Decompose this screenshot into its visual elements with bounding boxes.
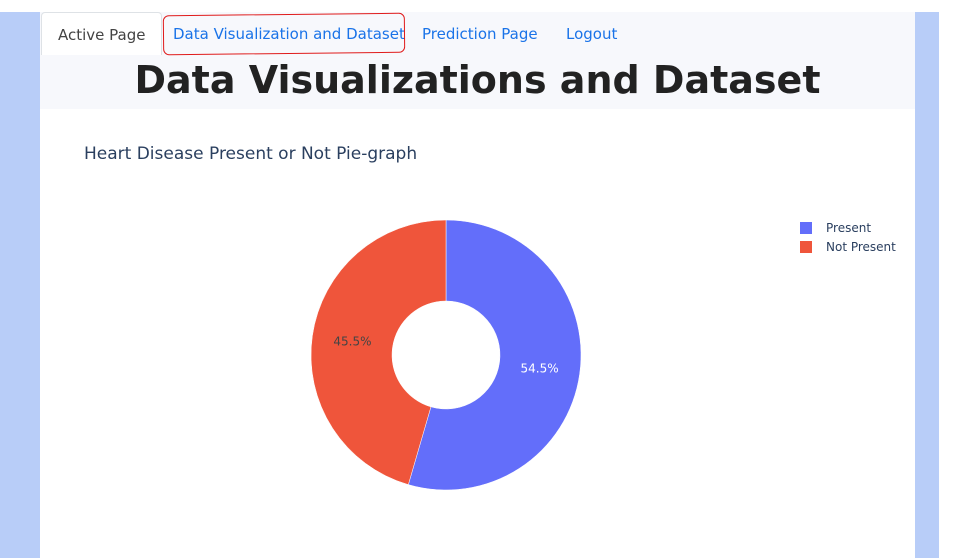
right-background: [915, 12, 939, 558]
tab-logout[interactable]: Logout: [566, 12, 617, 54]
tab-prediction-page[interactable]: Prediction Page: [422, 12, 538, 54]
left-background: [0, 12, 40, 558]
legend-swatch: [800, 221, 812, 234]
pie-chart-area: Heart Disease Present or Not Pie-graph 5…: [40, 122, 915, 558]
chart-legend: Present Not Present: [800, 218, 896, 256]
page-header: Active Page Data Visualization and Datas…: [40, 12, 915, 109]
page-container: Active Page Data Visualization and Datas…: [40, 12, 915, 558]
legend-item[interactable]: Not Present: [800, 237, 896, 256]
legend-label: Not Present: [826, 239, 896, 254]
tab-active-page[interactable]: Active Page: [41, 12, 163, 55]
slice-value-label: 54.5%: [520, 361, 558, 375]
slice-value-label: 45.5%: [333, 335, 371, 349]
page-title: Data Visualizations and Dataset: [134, 58, 821, 102]
legend-item[interactable]: Present: [800, 218, 896, 237]
pie-chart: 54.5% 45.5%: [310, 219, 582, 491]
browser-top-strip: [0, 0, 966, 12]
legend-swatch: [800, 240, 812, 253]
nav-tabs: Active Page Data Visualization and Datas…: [40, 12, 915, 56]
legend-label: Present: [826, 220, 872, 235]
tab-data-visualization[interactable]: Data Visualization and Dataset: [173, 12, 405, 54]
